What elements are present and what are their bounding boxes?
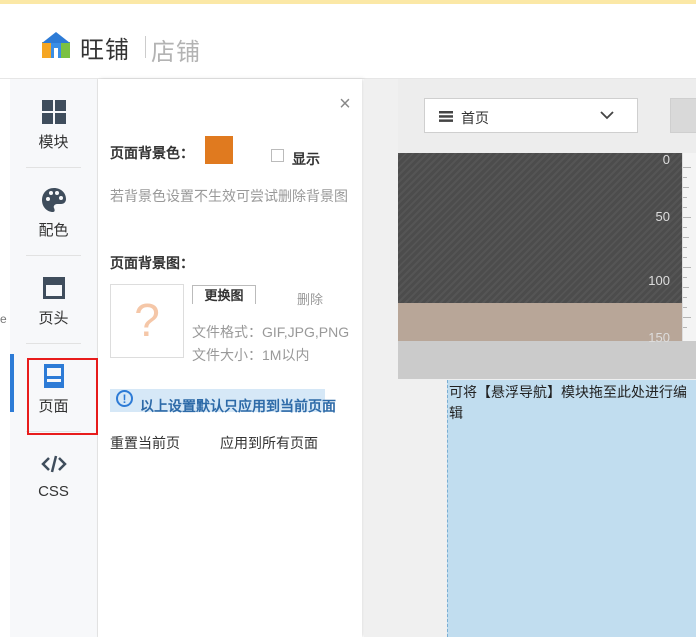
sidebar-item-label: 配色 [38,222,69,239]
show-bg-label: 显示 [292,151,320,167]
info-icon: ! [116,390,133,407]
ruler-label: 150 [648,330,670,345]
chevron-down-icon [600,111,614,120]
ruler-label: 50 [655,209,670,224]
page-header-icon [42,277,65,299]
drop-zone-text: 可将【悬浮导航】模块拖至此处进行编辑 [449,384,687,421]
bg-color-swatch[interactable] [205,136,233,164]
menu-icon [439,111,453,122]
reset-current-page-button[interactable]: 重置当前页 [110,433,180,453]
file-format-info: 文件格式：GIF,JPG,PNG [192,324,350,340]
code-icon [40,455,67,473]
brand-separator [145,36,146,58]
show-bg-checkbox[interactable] [271,149,284,162]
apply-all-pages-button[interactable]: 应用到所有页面 [220,433,318,453]
page-settings-panel: × 页面背景色： 显示 若背景色设置不生效可尝试删除背景图 页面背景图： ? 更… [98,79,362,637]
ruler-label: 0 [662,152,670,167]
file-size-info: 文件大小：1M以内 [192,347,310,363]
image-placeholder-icon: ? [134,294,160,346]
canvas-gap [398,341,696,379]
sidebar-item-label: CSS [38,483,69,500]
bg-color-label: 页面背景色： [110,145,194,161]
page-select-value: 首页 [461,110,489,126]
brand-name: 旺铺 [80,37,130,64]
sidebar-item-modules[interactable]: 模块 [10,79,97,165]
app-header: 旺铺 店铺 [0,4,696,79]
toolbar-button[interactable] [670,98,696,133]
replace-image-button[interactable]: 更换图 [192,285,256,304]
bg-image-label: 页面背景图： [110,255,194,271]
ruler-label: 100 [648,273,670,288]
left-edge-mark: e [0,312,7,326]
page-select-dropdown[interactable]: 首页 [424,98,638,133]
sidebar-item-colors[interactable]: 配色 [10,167,97,253]
bg-image-preview: ? [110,284,184,358]
palette-icon [41,188,66,212]
delete-image-button[interactable]: 删除 [297,289,323,308]
selection-highlight [27,358,98,435]
sidebar-item-css[interactable]: CSS [10,431,97,517]
brand-subtitle: 店铺 [151,39,201,66]
sidebar-item-label: 模块 [38,134,69,151]
sidebar-item-page-header[interactable]: 页头 [10,255,97,341]
vertical-ruler [682,153,696,341]
notice-text: 以上设置默认只应用到当前页面 [140,398,336,414]
sidebar-item-label: 页头 [38,310,69,327]
store-logo-icon [42,32,70,58]
bg-color-hint: 若背景色设置不生效可尝试删除背景图 [110,188,348,204]
grid-icon [41,100,66,124]
left-edge [0,79,10,637]
close-icon[interactable]: × [336,94,354,114]
